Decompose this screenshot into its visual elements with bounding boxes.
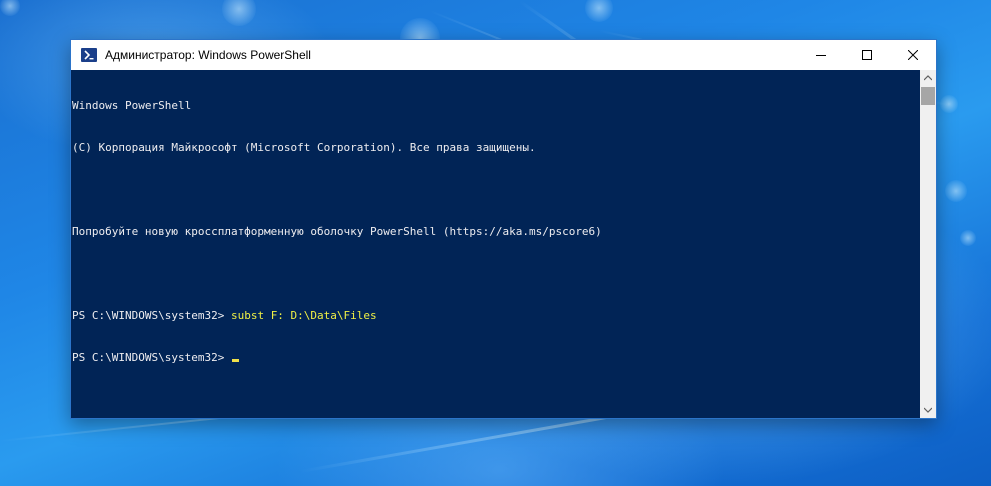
text-cursor xyxy=(231,359,239,362)
maximize-button[interactable] xyxy=(844,40,890,70)
console-line: Windows PowerShell xyxy=(72,99,192,112)
minimize-icon xyxy=(816,55,826,56)
close-icon xyxy=(908,50,918,60)
scroll-up-button[interactable] xyxy=(920,70,936,86)
command-line: PS C:\WINDOWS\system32> subst F: D:\Data… xyxy=(72,309,920,323)
console-line: Попробуйте новую кроссплатформенную обол… xyxy=(72,225,602,238)
vertical-scrollbar[interactable] xyxy=(920,70,936,418)
window-controls xyxy=(798,40,936,70)
console-line: (C) Корпорация Майкрософт (Microsoft Cor… xyxy=(72,141,536,154)
title-bar[interactable]: Администратор: Windows PowerShell xyxy=(71,40,936,70)
scroll-thumb[interactable] xyxy=(921,87,935,105)
powershell-window[interactable]: Администратор: Windows PowerShell Window… xyxy=(70,39,937,419)
close-button[interactable] xyxy=(890,40,936,70)
chevron-up-icon xyxy=(924,75,932,81)
console-output[interactable]: Windows PowerShell (C) Корпорация Майкро… xyxy=(71,70,920,418)
command-text: subst F: D:\Data\Files xyxy=(230,309,377,322)
maximize-icon xyxy=(862,50,872,60)
current-prompt: PS C:\WINDOWS\system32> xyxy=(72,351,231,364)
chevron-down-icon xyxy=(924,407,932,413)
powershell-icon[interactable] xyxy=(81,48,97,62)
prompt: PS C:\WINDOWS\system32> xyxy=(72,309,231,322)
input-line[interactable]: PS C:\WINDOWS\system32> xyxy=(72,351,920,365)
scroll-down-button[interactable] xyxy=(920,402,936,418)
window-title: Администратор: Windows PowerShell xyxy=(105,48,311,62)
minimize-button[interactable] xyxy=(798,40,844,70)
